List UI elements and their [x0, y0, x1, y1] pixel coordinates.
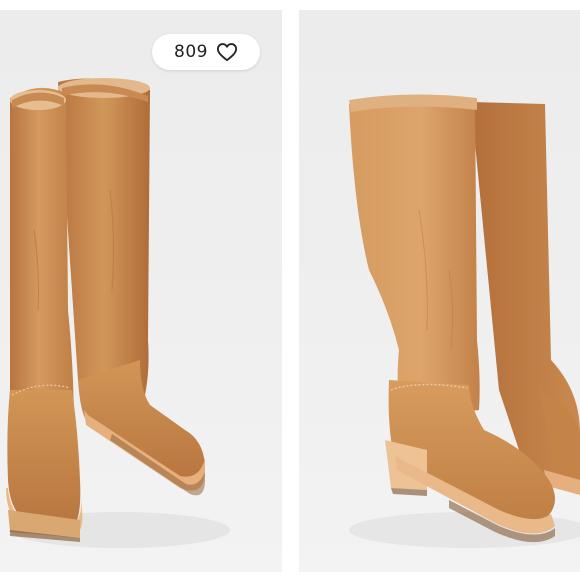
product-photo-front[interactable] [0, 10, 282, 572]
product-image-gallery: 809 [0, 0, 580, 580]
heart-outline-icon [216, 42, 238, 62]
product-photo-angled[interactable] [299, 10, 580, 572]
likes-button[interactable]: 809 [152, 34, 260, 70]
likes-count: 809 [174, 42, 208, 62]
boots-angled-illustration [349, 94, 580, 548]
boots-front-illustration [6, 78, 230, 548]
